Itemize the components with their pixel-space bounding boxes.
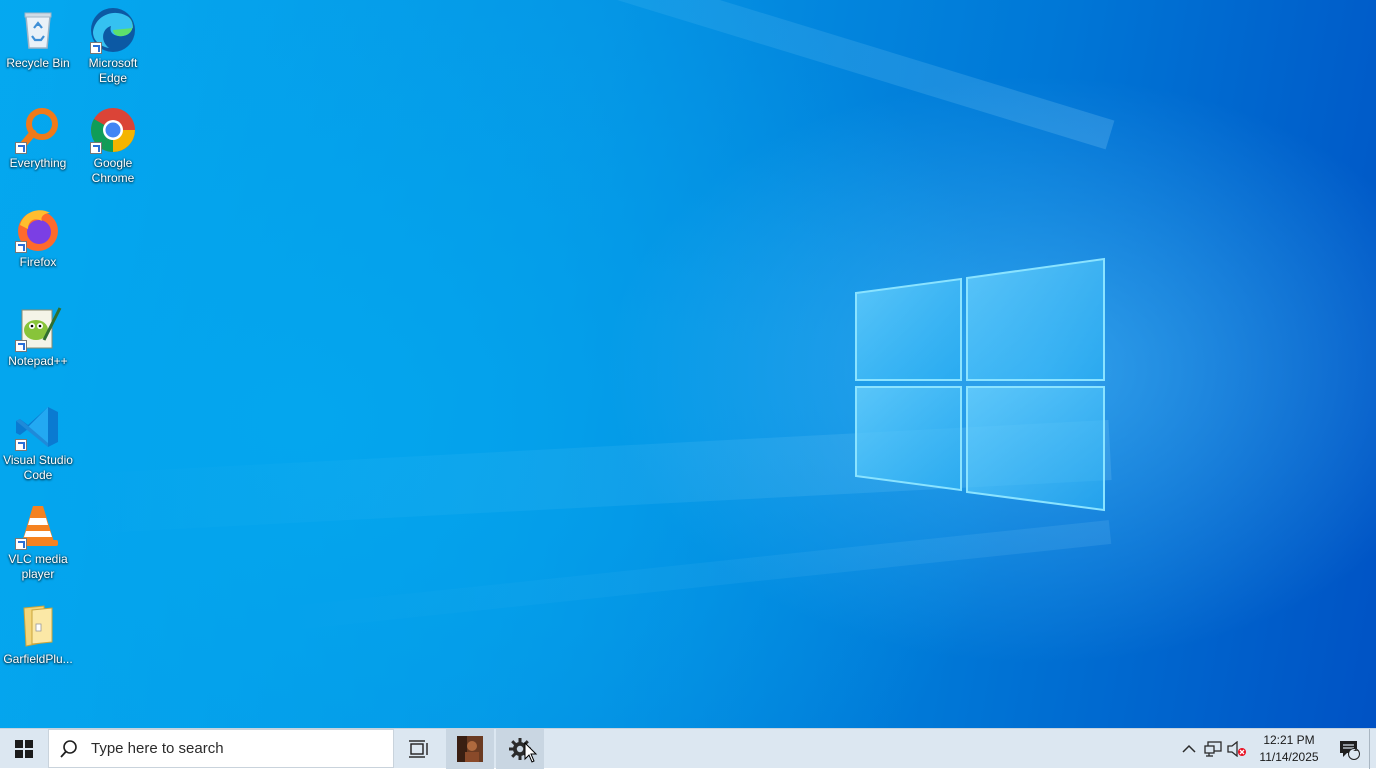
desktop-icon-visual-studio-code[interactable]: Visual Studio Code <box>0 403 76 483</box>
shortcut-arrow-icon <box>90 42 102 54</box>
photo-app-icon <box>457 736 483 762</box>
desktop-icon-label: Notepad++ <box>8 354 68 368</box>
desktop-icon-label: Firefox <box>19 255 57 269</box>
show-hidden-icons-button[interactable] <box>1177 729 1201 769</box>
desktop-icon-label: Google Chrome <box>91 156 135 185</box>
recycle-bin-icon <box>24 12 52 49</box>
windows-start-icon <box>15 740 33 758</box>
taskbar-clock[interactable]: 12:21 PM 11/14/2025 <box>1253 729 1325 769</box>
desktop-icon-everything[interactable]: Everything <box>0 106 76 171</box>
network-tray-button[interactable] <box>1201 729 1225 769</box>
clock-time: 12:21 PM <box>1263 733 1315 747</box>
shortcut-arrow-icon <box>15 142 27 154</box>
start-button[interactable] <box>0 729 48 769</box>
desktop-icon-label: Everything <box>9 156 67 170</box>
clock-date: 11/14/2025 <box>1259 750 1319 764</box>
desktop-icon-vlc-media-player[interactable]: VLC media player <box>0 502 76 582</box>
desktop-icon-notepad-plus-plus[interactable]: Notepad++ <box>0 304 76 369</box>
volume-muted-icon <box>1227 741 1246 757</box>
shortcut-arrow-icon <box>15 538 27 550</box>
shortcut-arrow-icon <box>90 142 102 154</box>
shortcut-arrow-icon <box>15 439 27 451</box>
action-center-button[interactable]: 1 <box>1329 729 1369 769</box>
volume-tray-button[interactable] <box>1225 729 1249 769</box>
taskbar-search-box[interactable] <box>48 729 394 768</box>
desktop-icon-label: GarfieldPlu... <box>3 652 73 666</box>
search-input[interactable] <box>89 739 373 758</box>
shortcut-arrow-icon <box>15 241 27 253</box>
taskbar-app-photo-button[interactable] <box>446 729 494 769</box>
search-icon <box>60 739 77 758</box>
desktop-icon-garfield-folder[interactable]: GarfieldPlu... <box>0 602 76 667</box>
desktop-icon-label: Visual Studio Code <box>3 453 73 482</box>
desktop-wallpaper: Recycle Bin Microsoft Edge Everything Go… <box>0 0 1376 728</box>
desktop-icon-google-chrome[interactable]: Google Chrome <box>75 106 151 186</box>
taskbar: 12:21 PM 11/14/2025 1 <box>0 728 1376 769</box>
desktop-icon-label: Recycle Bin <box>6 56 70 70</box>
shortcut-arrow-icon <box>15 340 27 352</box>
task-view-icon <box>409 740 428 758</box>
mouse-cursor-icon <box>524 742 538 763</box>
desktop-icon-microsoft-edge[interactable]: Microsoft Edge <box>75 6 151 86</box>
desktop-icon-label: Microsoft Edge <box>88 56 138 85</box>
task-view-button[interactable] <box>396 729 442 769</box>
desktop-icon-recycle-bin[interactable]: Recycle Bin <box>0 6 76 71</box>
folder-icon <box>23 605 53 647</box>
network-icon <box>1204 741 1222 757</box>
desktop-icon-label: VLC media player <box>8 552 68 581</box>
windows-logo-wallpaper <box>855 257 1105 512</box>
show-desktop-button[interactable] <box>1369 729 1376 769</box>
system-tray: 12:21 PM 11/14/2025 1 <box>1177 729 1376 769</box>
notification-count-badge: 1 <box>1352 743 1358 753</box>
chevron-up-icon <box>1182 744 1196 753</box>
desktop-icon-firefox[interactable]: Firefox <box>0 205 76 270</box>
